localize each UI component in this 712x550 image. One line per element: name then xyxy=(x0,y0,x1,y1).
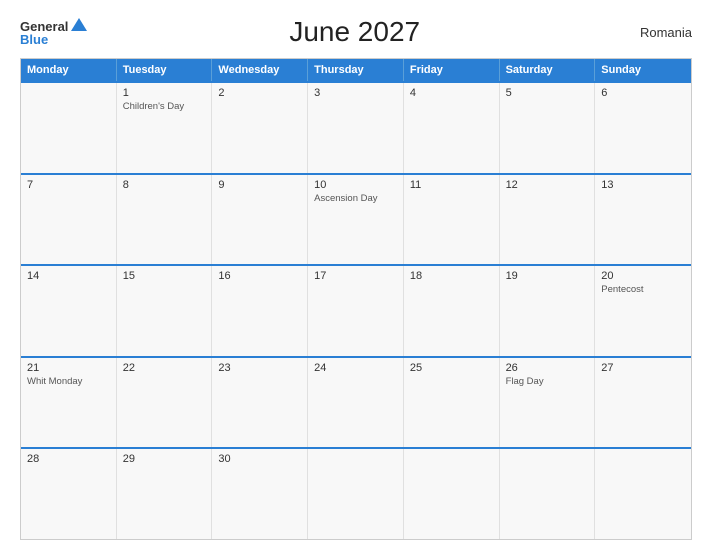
day-num: 1 xyxy=(123,87,206,99)
cell-w3-tue: 15 xyxy=(117,266,213,356)
cell-w4-thu: 24 xyxy=(308,358,404,448)
day-num: 8 xyxy=(123,179,206,191)
day-num: 21 xyxy=(27,362,110,374)
week-1: 1 Children's Day 2 3 4 5 6 xyxy=(21,81,691,173)
day-num: 26 xyxy=(506,362,589,374)
col-friday: Friday xyxy=(404,59,500,81)
day-num: 6 xyxy=(601,87,685,99)
cell-w4-tue: 22 xyxy=(117,358,213,448)
calendar-header: Monday Tuesday Wednesday Thursday Friday… xyxy=(21,59,691,81)
week-3: 14 15 16 17 18 19 20 P xyxy=(21,264,691,356)
cell-w1-thu: 3 xyxy=(308,83,404,173)
cell-w4-mon: 21 Whit Monday xyxy=(21,358,117,448)
col-wednesday: Wednesday xyxy=(212,59,308,81)
day-num: 23 xyxy=(218,362,301,374)
day-num: 19 xyxy=(506,270,589,282)
cell-w4-sat: 26 Flag Day xyxy=(500,358,596,448)
header: General Blue June 2027 Romania xyxy=(20,16,692,48)
col-monday: Monday xyxy=(21,59,117,81)
logo: General Blue xyxy=(20,18,87,46)
day-event: Pentecost xyxy=(601,284,685,296)
country-label: Romania xyxy=(622,25,692,40)
day-num: 16 xyxy=(218,270,301,282)
week-5: 28 29 30 xyxy=(21,447,691,539)
day-num: 29 xyxy=(123,453,206,465)
cell-w5-fri xyxy=(404,449,500,539)
weeks-container: 1 Children's Day 2 3 4 5 6 xyxy=(21,81,691,539)
day-event: Children's Day xyxy=(123,101,206,113)
day-num: 12 xyxy=(506,179,589,191)
week-2: 7 8 9 10 Ascension Day 11 12 xyxy=(21,173,691,265)
day-num: 24 xyxy=(314,362,397,374)
day-num: 30 xyxy=(218,453,301,465)
cell-w3-sat: 19 xyxy=(500,266,596,356)
day-num: 17 xyxy=(314,270,397,282)
cell-w1-sun: 6 xyxy=(595,83,691,173)
cell-w2-wed: 9 xyxy=(212,175,308,265)
day-event: Ascension Day xyxy=(314,193,397,205)
cell-w5-tue: 29 xyxy=(117,449,213,539)
cell-w2-sun: 13 xyxy=(595,175,691,265)
cell-w5-thu xyxy=(308,449,404,539)
cell-w4-fri: 25 xyxy=(404,358,500,448)
day-num: 11 xyxy=(410,179,493,191)
day-num: 4 xyxy=(410,87,493,99)
day-num: 28 xyxy=(27,453,110,465)
day-event: Whit Monday xyxy=(27,376,110,388)
cell-w5-wed: 30 xyxy=(212,449,308,539)
page: General Blue June 2027 Romania Monday Tu… xyxy=(0,0,712,550)
cell-w4-wed: 23 xyxy=(212,358,308,448)
cell-w5-mon: 28 xyxy=(21,449,117,539)
cell-w3-fri: 18 xyxy=(404,266,500,356)
cell-w5-sun xyxy=(595,449,691,539)
cell-w2-mon: 7 xyxy=(21,175,117,265)
day-num: 15 xyxy=(123,270,206,282)
logo-blue-text: Blue xyxy=(20,33,48,46)
day-num: 3 xyxy=(314,87,397,99)
col-saturday: Saturday xyxy=(500,59,596,81)
day-num: 14 xyxy=(27,270,110,282)
cell-w2-fri: 11 xyxy=(404,175,500,265)
day-num: 13 xyxy=(601,179,685,191)
logo-triangle-icon xyxy=(71,18,87,31)
day-num: 22 xyxy=(123,362,206,374)
day-num: 7 xyxy=(27,179,110,191)
day-num: 2 xyxy=(218,87,301,99)
col-tuesday: Tuesday xyxy=(117,59,213,81)
day-event: Flag Day xyxy=(506,376,589,388)
cell-w1-fri: 4 xyxy=(404,83,500,173)
week-4: 21 Whit Monday 22 23 24 25 26 Flag Day xyxy=(21,356,691,448)
col-sunday: Sunday xyxy=(595,59,691,81)
day-num: 9 xyxy=(218,179,301,191)
cell-w1-tue: 1 Children's Day xyxy=(117,83,213,173)
cell-w1-wed: 2 xyxy=(212,83,308,173)
cell-w1-mon xyxy=(21,83,117,173)
cell-w5-sat xyxy=(500,449,596,539)
cell-w1-sat: 5 xyxy=(500,83,596,173)
day-num: 10 xyxy=(314,179,397,191)
cell-w3-thu: 17 xyxy=(308,266,404,356)
cell-w3-mon: 14 xyxy=(21,266,117,356)
day-num: 5 xyxy=(506,87,589,99)
day-num: 25 xyxy=(410,362,493,374)
day-num: 27 xyxy=(601,362,685,374)
cell-w2-thu: 10 Ascension Day xyxy=(308,175,404,265)
calendar-title: June 2027 xyxy=(87,16,622,48)
cell-w3-wed: 16 xyxy=(212,266,308,356)
cell-w2-sat: 12 xyxy=(500,175,596,265)
day-num: 18 xyxy=(410,270,493,282)
cell-w3-sun: 20 Pentecost xyxy=(595,266,691,356)
col-thursday: Thursday xyxy=(308,59,404,81)
day-num: 20 xyxy=(601,270,685,282)
calendar: Monday Tuesday Wednesday Thursday Friday… xyxy=(20,58,692,540)
cell-w2-tue: 8 xyxy=(117,175,213,265)
cell-w4-sun: 27 xyxy=(595,358,691,448)
